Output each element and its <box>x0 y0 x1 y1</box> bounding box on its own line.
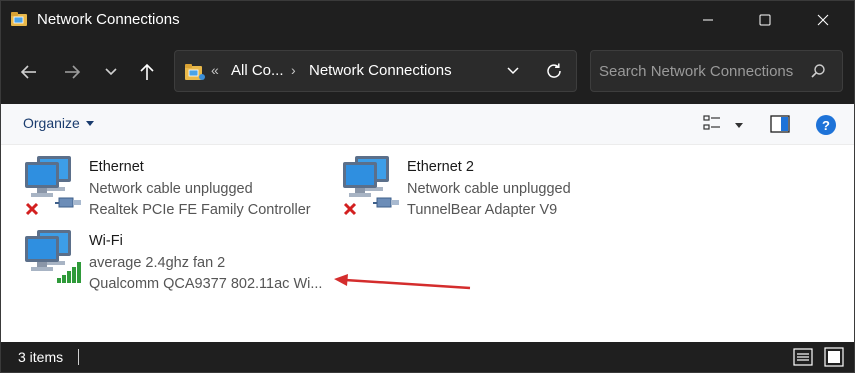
organize-label: Organize <box>23 115 80 131</box>
red-x-icon <box>25 202 39 216</box>
large-icons-view-icon[interactable] <box>824 347 844 367</box>
network-connections-window: Network Connections « All Co... › Networ… <box>0 0 855 373</box>
breadcrumb-separator[interactable]: › <box>291 62 296 78</box>
address-bar[interactable]: « All Co... › Network Connections <box>174 50 577 92</box>
minimize-icon <box>703 19 713 21</box>
search-icon[interactable] <box>810 63 826 79</box>
details-view-icon[interactable] <box>793 348 813 366</box>
address-overflow[interactable]: « <box>211 62 219 78</box>
red-x-icon <box>343 202 357 216</box>
arrow-left-icon <box>20 65 36 79</box>
item-count: 3 items <box>18 349 64 365</box>
network-folder-icon <box>11 12 27 26</box>
close-button[interactable] <box>790 1 855 39</box>
view-options-dropdown[interactable] <box>735 123 743 128</box>
connection-device: Realtek PCIe FE Family Controller <box>89 202 311 218</box>
window-title: Network Connections <box>37 11 180 28</box>
breadcrumb-network-connections[interactable]: Network Connections <box>309 62 452 79</box>
status-bar: 3 items <box>1 342 854 372</box>
navigation-bar: « All Co... › Network Connections <box>1 39 854 104</box>
connection-ethernet-2[interactable]: Ethernet 2 Network cable unplugged Tunne… <box>341 154 651 224</box>
connection-device: TunnelBear Adapter V9 <box>407 202 558 218</box>
maximize-button[interactable] <box>732 1 798 39</box>
search-box[interactable] <box>590 50 843 92</box>
network-folder-icon <box>185 64 205 80</box>
chevron-down-icon <box>105 68 117 76</box>
search-input[interactable] <box>599 61 799 81</box>
up-button[interactable] <box>133 59 161 85</box>
change-view-icon[interactable] <box>703 114 721 132</box>
help-icon[interactable]: ? <box>816 115 836 135</box>
connection-name: Wi-Fi <box>89 233 123 249</box>
forward-button[interactable] <box>58 59 86 85</box>
arrow-up-icon <box>140 63 154 80</box>
refresh-icon <box>547 63 561 78</box>
connection-device: Qualcomm QCA9377 802.11ac Wi... <box>89 276 323 292</box>
preview-pane-icon[interactable] <box>770 115 790 133</box>
command-bar: Organize ? <box>1 104 854 145</box>
back-button[interactable] <box>15 59 43 85</box>
address-history-dropdown[interactable] <box>502 60 524 82</box>
caret-down-icon <box>85 120 94 126</box>
connection-status: Network cable unplugged <box>89 181 253 197</box>
connection-status: average 2.4ghz fan 2 <box>89 255 226 271</box>
connection-name: Ethernet <box>89 159 144 175</box>
connection-name: Ethernet 2 <box>407 159 474 175</box>
connection-wi-fi[interactable]: Wi-Fi average 2.4ghz fan 2 Qualcomm QCA9… <box>23 228 333 298</box>
status-divider <box>78 349 79 365</box>
maximize-icon <box>759 14 771 26</box>
title-bar: Network Connections <box>1 1 854 39</box>
annotation-arrow-icon <box>334 274 471 290</box>
arrow-right-icon <box>65 65 81 79</box>
signal-bars-icon <box>57 262 81 283</box>
chevron-down-icon <box>507 67 519 75</box>
close-icon <box>817 14 829 26</box>
organize-menu-button[interactable]: Organize <box>23 115 94 131</box>
breadcrumb-all-control-panel-items[interactable]: All Co... <box>231 62 284 79</box>
refresh-button[interactable] <box>543 60 565 82</box>
connection-status: Network cable unplugged <box>407 181 571 197</box>
connection-ethernet[interactable]: Ethernet Network cable unplugged Realtek… <box>23 154 333 224</box>
recent-locations-button[interactable] <box>97 59 125 85</box>
